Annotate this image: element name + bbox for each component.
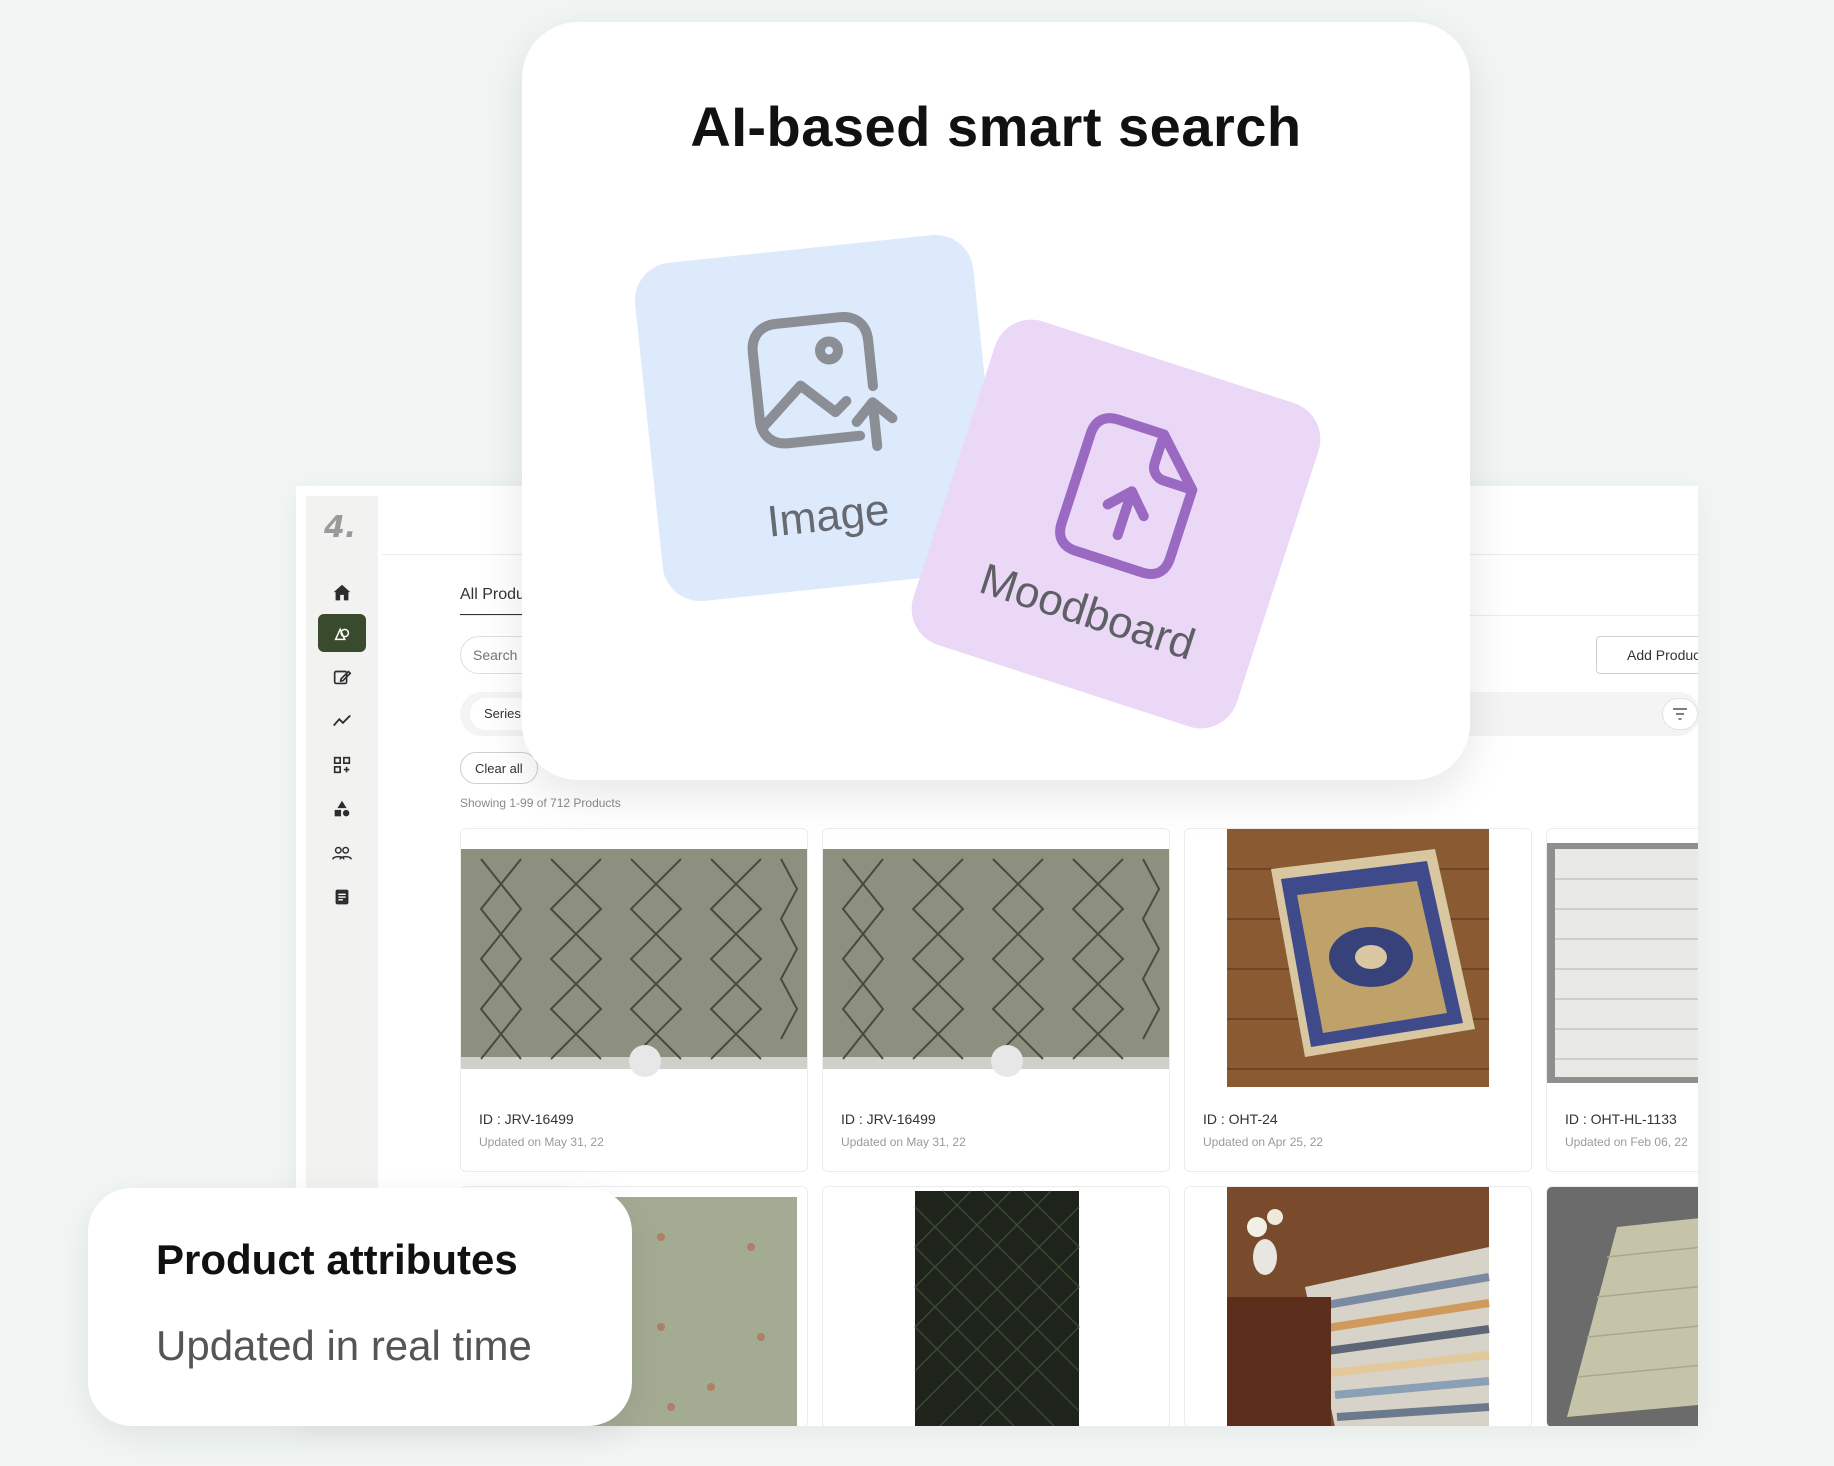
product-updated: Updated on Apr 25, 22 (1203, 1135, 1324, 1149)
edit-icon[interactable] (318, 658, 366, 696)
product-image (1547, 1187, 1698, 1426)
product-image (1185, 829, 1531, 1089)
filter-icon[interactable] (1662, 698, 1698, 730)
clear-all-button[interactable]: Clear all (460, 752, 538, 784)
users-icon[interactable] (318, 834, 366, 872)
home-icon[interactable] (318, 574, 366, 612)
image-upload-icon (747, 312, 898, 451)
product-card[interactable]: ID : JRV-16499 Updated on May 31, 22 (822, 828, 1170, 1172)
tab-all-products[interactable]: All Products (460, 586, 524, 616)
product-id: ID : OHT-HL-1133 (1565, 1111, 1677, 1127)
grid-icon[interactable] (318, 746, 366, 784)
product-updated: Updated on May 31, 22 (841, 1135, 966, 1149)
product-image (823, 1187, 1169, 1426)
trend-icon[interactable] (318, 702, 366, 740)
smart-search-title: AI-based smart search (690, 95, 1302, 158)
product-id: ID : JRV-16499 (479, 1111, 574, 1127)
category-icon[interactable] (318, 790, 366, 828)
product-card[interactable]: ID : OHT-HL-1133 Updated on Feb 06, 22 (1546, 828, 1698, 1172)
file-upload-icon (1055, 413, 1198, 579)
product-updated: Updated on Feb 06, 22 (1565, 1135, 1688, 1149)
product-card[interactable] (822, 1186, 1170, 1426)
document-icon[interactable] (318, 878, 366, 916)
product-id: ID : OHT-24 (1203, 1111, 1278, 1127)
product-card[interactable]: ID : JRV-16499 Updated on May 31, 22 (460, 828, 808, 1172)
product-image (823, 829, 1169, 1089)
product-card[interactable] (1546, 1186, 1698, 1426)
product-card[interactable]: ID : OHT-24 Updated on Apr 25, 22 (1184, 828, 1532, 1172)
shapes-icon[interactable] (318, 614, 366, 652)
product-image (1547, 829, 1698, 1089)
product-attributes-title: Product attributes (156, 1236, 518, 1283)
product-attributes-subtitle: Updated in real time (156, 1322, 532, 1369)
product-id: ID : JRV-16499 (841, 1111, 936, 1127)
product-updated: Updated on May 31, 22 (479, 1135, 604, 1149)
product-card[interactable] (1184, 1186, 1532, 1426)
results-count: Showing 1-99 of 712 Products (460, 796, 621, 810)
add-product-button[interactable]: Add Product (1596, 636, 1698, 674)
smart-search-card: AI-based smart search Image Moodboard (522, 22, 1470, 780)
product-attributes-card: Product attributes Updated in real time (88, 1188, 632, 1426)
app-logo[interactable]: 4. (324, 510, 356, 545)
product-image (461, 829, 807, 1089)
product-image (1185, 1187, 1531, 1426)
